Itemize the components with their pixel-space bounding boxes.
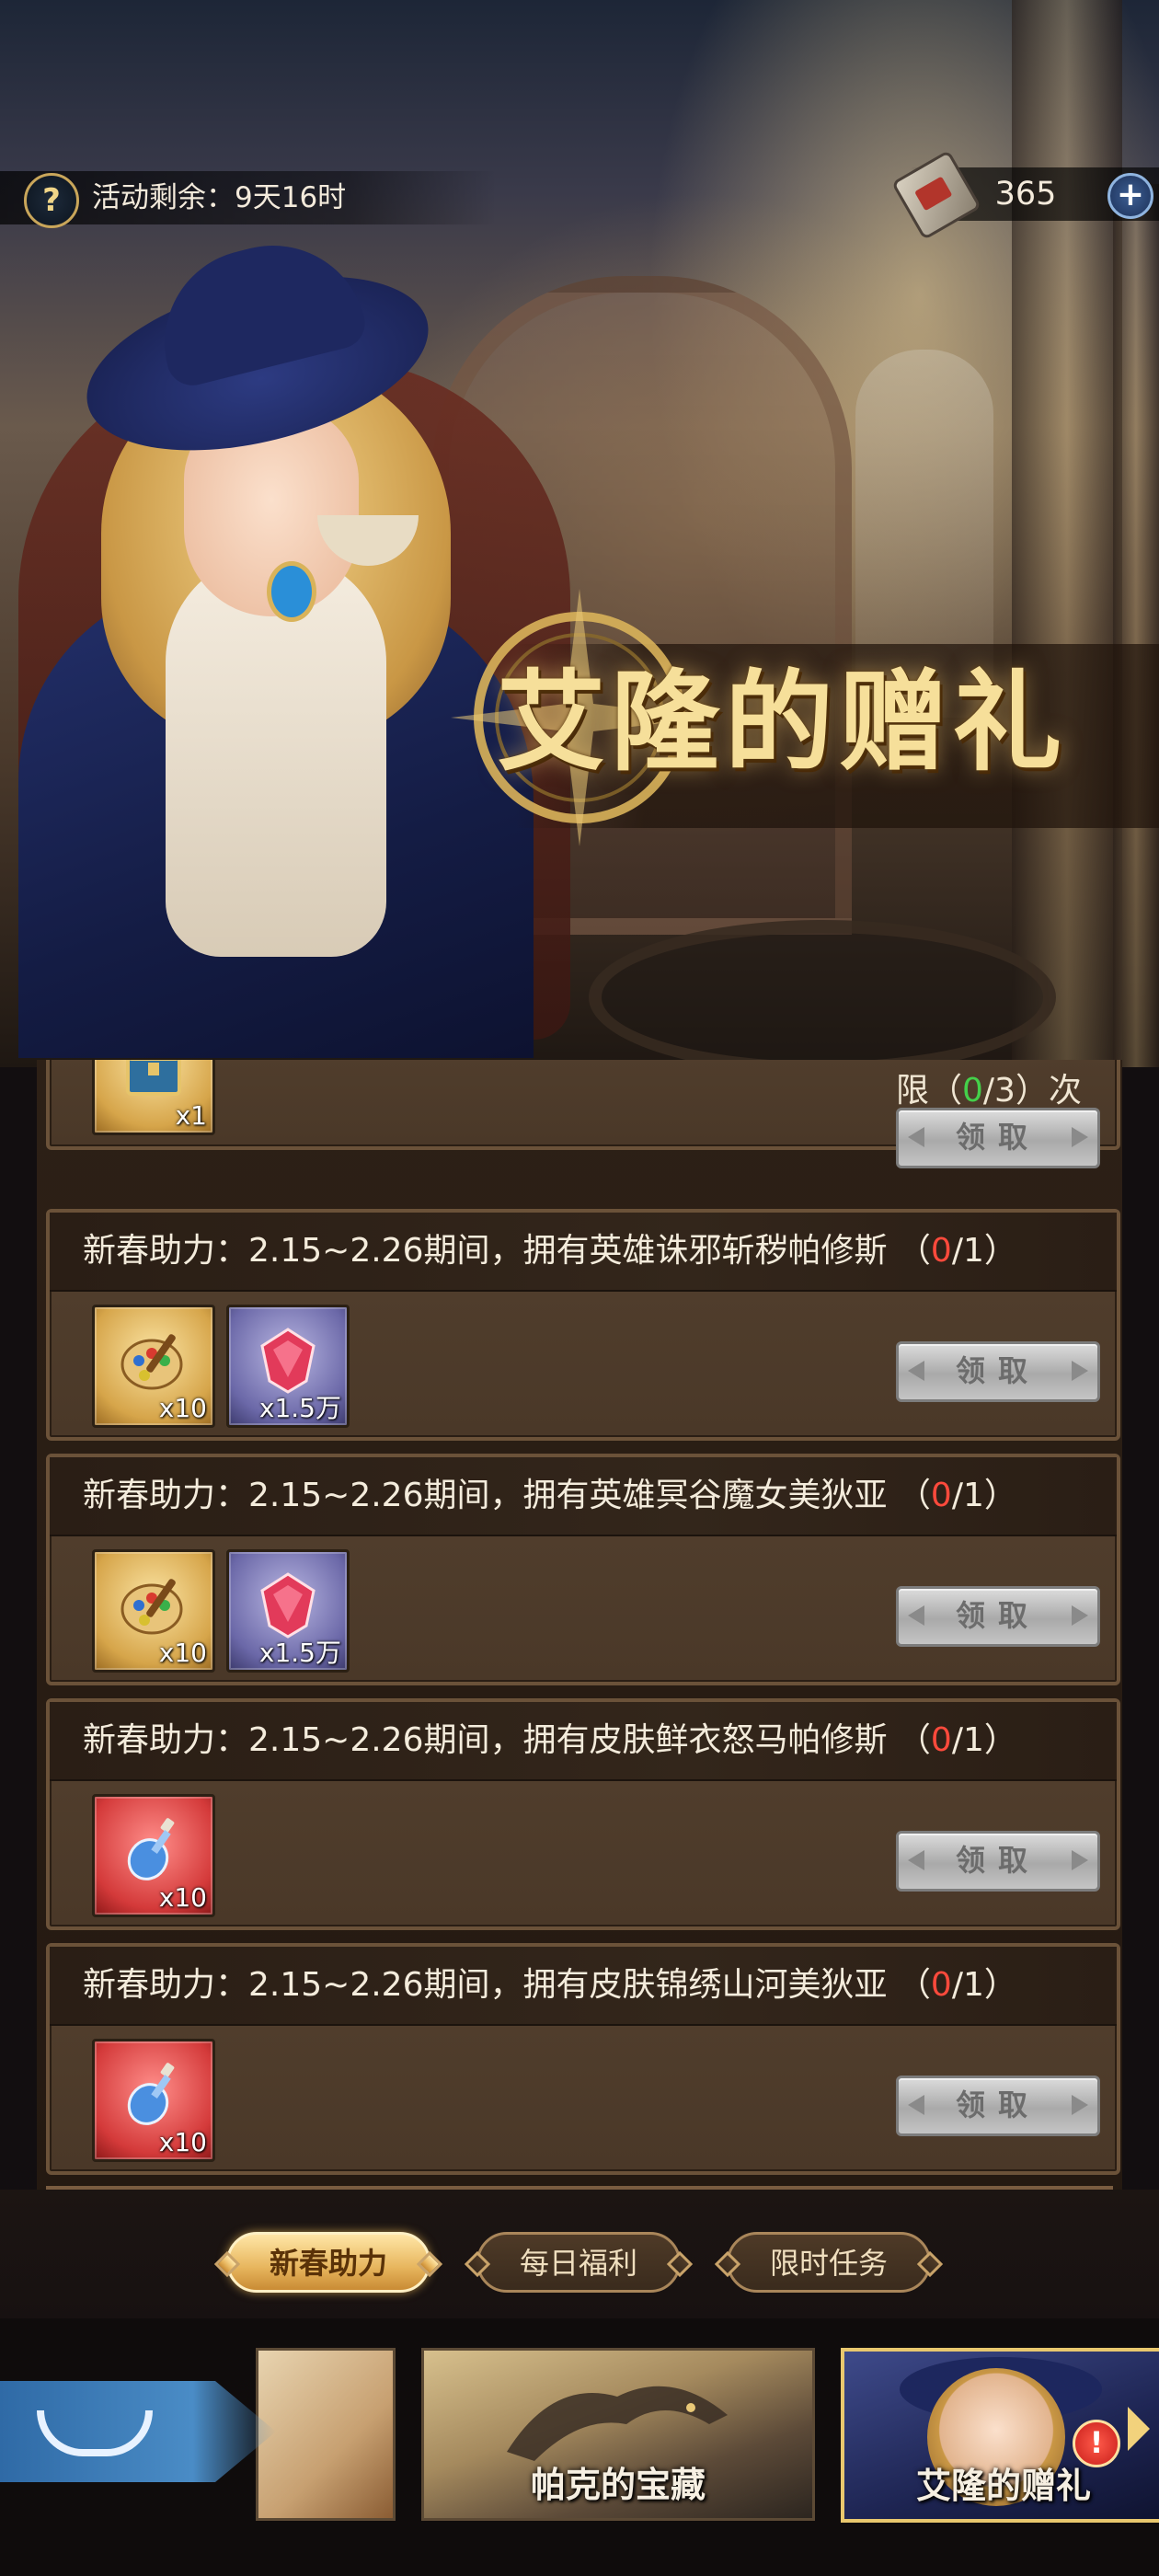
claim-button[interactable]: 领取 bbox=[896, 1831, 1100, 1892]
task-progress-current: 0 bbox=[930, 1477, 952, 1514]
heroine-gem bbox=[267, 561, 316, 622]
claim-button[interactable]: 领取 bbox=[896, 1341, 1100, 1402]
task-progress-total: /1） bbox=[951, 1721, 1017, 1759]
task-title-text: 新春助力：2.15~2.26期间，拥有英雄冥谷魔女美狄亚 （ bbox=[83, 1477, 931, 1514]
potion-bottle-icon bbox=[127, 1818, 175, 1880]
task-progress-total: /1） bbox=[951, 1966, 1017, 2004]
reward-item[interactable]: x10 bbox=[92, 1305, 215, 1428]
alert-icon: ! bbox=[1073, 2420, 1120, 2467]
limit-text: 限（0/3）次 bbox=[896, 1069, 1082, 1113]
task-title-text: 新春助力：2.15~2.26期间，拥有英雄诛邪斩秽帕修斯 （ bbox=[83, 1232, 931, 1270]
item-quantity: x10 bbox=[158, 2127, 207, 2157]
task-title: 新春助力：2.15~2.26期间，拥有英雄诛邪斩秽帕修斯 （0/1） bbox=[83, 1229, 1017, 1273]
limit-prefix: 限（ bbox=[896, 1072, 963, 1110]
task-list[interactable]: 限（0/3）次 x1 领取 新春助力：2.15~2.26期间，拥有英雄诛邪斩秽帕… bbox=[37, 1060, 1122, 2190]
task-card: 新春助力：2.15~2.26期间，拥有皮肤鲜衣怒马帕修斯 （0/1） x10 领… bbox=[46, 1698, 1120, 1930]
task-progress-current: 0 bbox=[930, 1232, 952, 1270]
claim-button[interactable]: 领取 bbox=[896, 1108, 1100, 1168]
event-title: 艾隆的赠礼 bbox=[497, 658, 1068, 786]
paint-palette-icon bbox=[120, 1579, 183, 1635]
limit-suffix: /3）次 bbox=[982, 1072, 1082, 1110]
dragon-icon bbox=[507, 2386, 728, 2461]
reward-item[interactable]: x10 bbox=[92, 1794, 215, 1917]
tab-new-year-boost[interactable]: 新春助力 bbox=[226, 2232, 430, 2293]
task-card-header: 新春助力：2.15~2.26期间，拥有皮肤鲜衣怒马帕修斯 （0/1） bbox=[50, 1702, 1117, 1781]
claim-button[interactable]: 领取 bbox=[896, 1586, 1100, 1647]
dragon-banner[interactable]: 帕克的宝藏 bbox=[421, 2348, 815, 2521]
plus-icon[interactable]: + bbox=[1107, 173, 1153, 219]
task-title: 新春助力：2.15~2.26期间，拥有皮肤鲜衣怒马帕修斯 （0/1） bbox=[83, 1719, 1017, 1763]
task-progress-current: 0 bbox=[930, 1721, 952, 1759]
reward-item[interactable]: x10 bbox=[92, 2039, 215, 2162]
floor-ring bbox=[589, 920, 1056, 1075]
item-quantity: x1.5万 bbox=[258, 1393, 341, 1423]
potion-bottle-icon bbox=[127, 2063, 175, 2125]
background-pillar bbox=[1012, 0, 1122, 1067]
task-title: 新春助力：2.15~2.26期间，拥有英雄冥谷魔女美狄亚 （0/1） bbox=[83, 1474, 1017, 1518]
task-title-text: 新春助力：2.15~2.26期间，拥有皮肤鲜衣怒马帕修斯 （ bbox=[83, 1721, 931, 1759]
task-progress-current: 0 bbox=[930, 1966, 952, 2004]
paint-palette-icon bbox=[120, 1334, 183, 1390]
tab-daily-welfare[interactable]: 每日福利 bbox=[476, 2232, 681, 2293]
treasure-chest-icon bbox=[126, 1060, 181, 1096]
tab-limited-tasks[interactable]: 限时任务 bbox=[727, 2232, 931, 2293]
reward-item[interactable]: x1 bbox=[92, 1060, 215, 1135]
question-icon[interactable]: ? bbox=[24, 173, 79, 228]
red-gem-icon bbox=[260, 1328, 316, 1394]
time-remaining-text: 活动剩余：9天16时 bbox=[92, 181, 347, 214]
item-quantity: x10 bbox=[158, 1638, 207, 1668]
banner-label: 艾隆的赠礼 bbox=[915, 2466, 1091, 2506]
item-quantity: x1.5万 bbox=[258, 1638, 341, 1668]
currency-value: 365 bbox=[994, 176, 1057, 213]
task-title-text: 新春助力：2.15~2.26期间，拥有皮肤锦绣山河美狄亚 （ bbox=[83, 1966, 931, 2004]
task-title: 新春助力：2.15~2.26期间，拥有皮肤锦绣山河美狄亚 （0/1） bbox=[83, 1963, 1017, 2007]
reward-item[interactable]: x1.5万 bbox=[226, 1305, 350, 1428]
background-pillar bbox=[1113, 184, 1159, 1067]
limit-current: 0 bbox=[962, 1072, 983, 1110]
task-card-header: 新春助力：2.15~2.26期间，拥有英雄诛邪斩秽帕修斯 （0/1） bbox=[50, 1213, 1117, 1292]
item-quantity: x10 bbox=[158, 1882, 207, 1913]
task-progress-total: /1） bbox=[951, 1232, 1017, 1270]
task-card: 新春助力：2.15~2.26期间，拥有英雄诛邪斩秽帕修斯 （0/1） x10 x… bbox=[46, 1209, 1120, 1441]
task-card-header: 新春助力：2.15~2.26期间，拥有英雄冥谷魔女美狄亚 （0/1） bbox=[50, 1457, 1117, 1536]
task-card: 新春助力：2.15~2.26期间，拥有英雄冥谷魔女美狄亚 （0/1） x10 x… bbox=[46, 1454, 1120, 1685]
red-gem-icon bbox=[260, 1572, 316, 1639]
item-quantity: x1 bbox=[175, 1100, 207, 1131]
hero-banner: 艾隆的赠礼 bbox=[0, 0, 1159, 1075]
task-card-header: 新春助力：2.15~2.26期间，拥有皮肤锦绣山河美狄亚 （0/1） bbox=[50, 1947, 1117, 2026]
banner-label: 帕克的宝藏 bbox=[530, 2465, 706, 2505]
reward-item[interactable]: x10 bbox=[92, 1549, 215, 1673]
event-banner[interactable] bbox=[256, 2348, 396, 2521]
task-card: 限（0/3）次 x1 领取 bbox=[46, 1060, 1120, 1168]
item-quantity: x10 bbox=[158, 1393, 207, 1423]
task-card: 新春助力：2.15~2.26期间，拥有皮肤锦绣山河美狄亚 （0/1） x10 领… bbox=[46, 1943, 1120, 2175]
claim-button[interactable]: 领取 bbox=[896, 2076, 1100, 2136]
chevron-right-icon[interactable] bbox=[1128, 2407, 1150, 2451]
task-progress-total: /1） bbox=[951, 1477, 1017, 1514]
reward-item[interactable]: x1.5万 bbox=[226, 1549, 350, 1673]
